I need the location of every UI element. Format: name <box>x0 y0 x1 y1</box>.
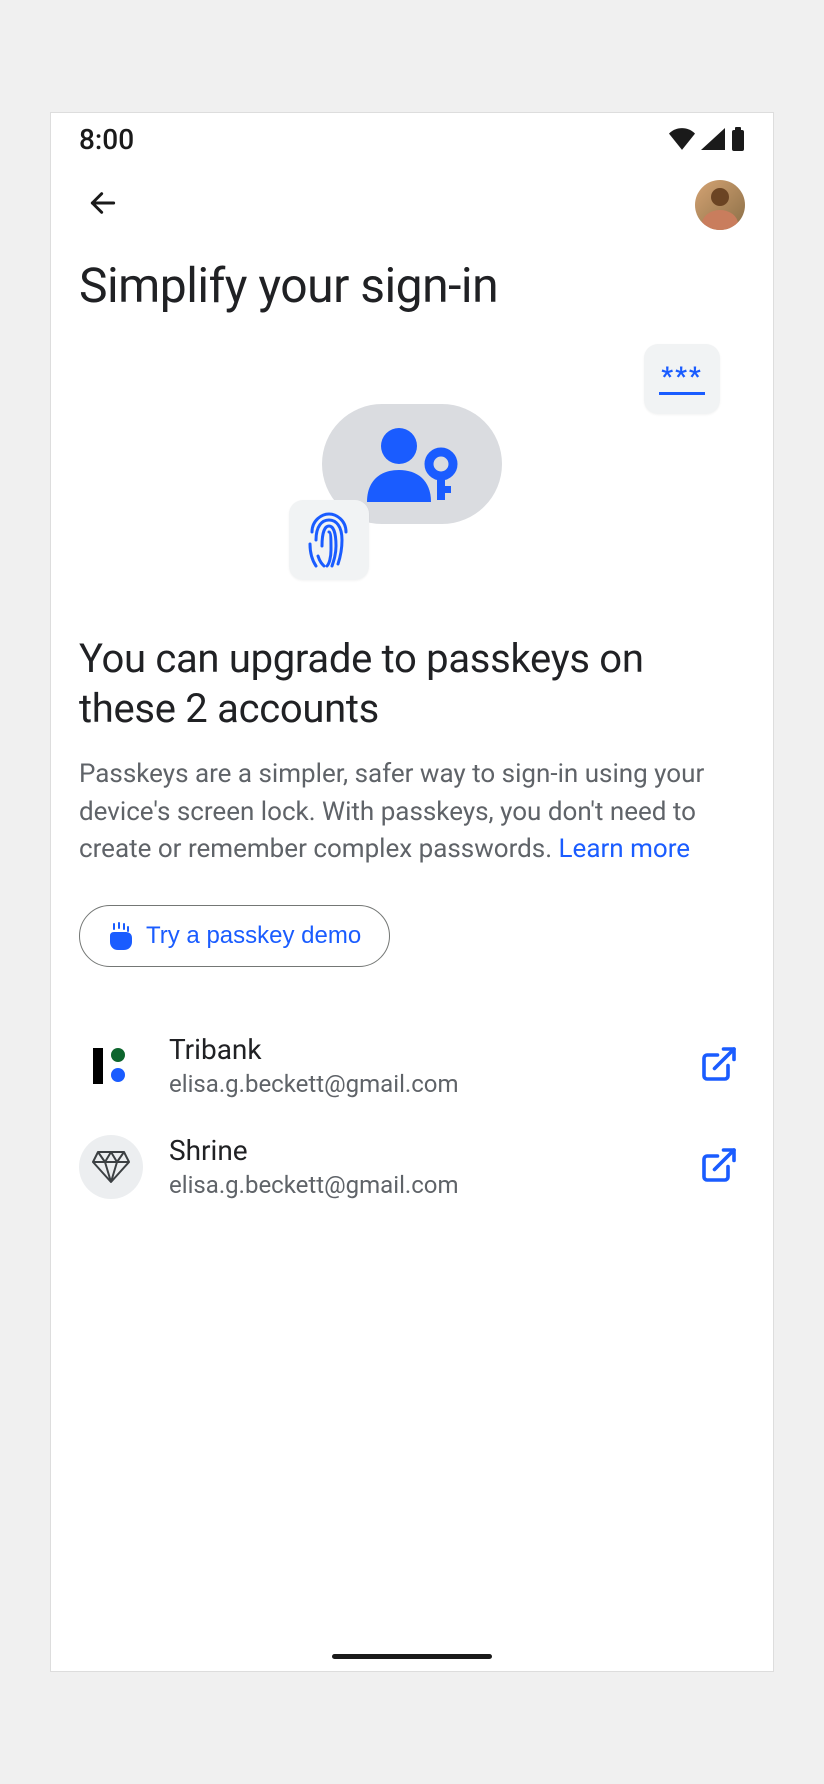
account-text: Shrine elisa.g.beckett@gmail.com <box>169 1134 667 1199</box>
device-frame: 8:00 Simplify your sign-in <box>50 112 774 1672</box>
demo-button-label: Try a passkey demo <box>146 922 361 950</box>
fingerprint-icon <box>304 512 354 568</box>
try-passkey-demo-button[interactable]: Try a passkey demo <box>79 905 390 967</box>
section-body: Passkeys are a simpler, safer way to sig… <box>79 756 745 869</box>
cellular-icon <box>701 128 725 150</box>
hero-illustration: *** <box>79 334 745 594</box>
status-bar: 8:00 <box>51 113 773 165</box>
back-button[interactable] <box>79 179 127 231</box>
asterisks-icon: *** <box>661 364 702 390</box>
open-in-new-icon <box>701 1046 737 1082</box>
status-time: 8:00 <box>79 123 134 156</box>
open-in-new-icon <box>701 1147 737 1183</box>
status-icons <box>669 127 745 151</box>
main-content: Simplify your sign-in *** <box>51 257 773 1217</box>
hand-tap-icon <box>108 922 134 950</box>
account-email: elisa.g.beckett@gmail.com <box>169 1171 667 1199</box>
account-row-tribank[interactable]: Tribank elisa.g.beckett@gmail.com <box>79 1015 745 1116</box>
arrow-left-icon <box>87 187 119 219</box>
tribank-app-icon <box>79 1034 143 1098</box>
navigation-handle[interactable] <box>332 1654 492 1659</box>
account-email: elisa.g.beckett@gmail.com <box>169 1070 667 1098</box>
hero-fingerprint-card <box>289 500 369 580</box>
account-row-shrine[interactable]: Shrine elisa.g.beckett@gmail.com <box>79 1116 745 1217</box>
section-heading: You can upgrade to passkeys on these 2 a… <box>79 634 745 734</box>
app-bar <box>51 165 773 245</box>
person-key-icon <box>357 424 467 504</box>
diamond-icon <box>92 1150 130 1184</box>
page-title: Simplify your sign-in <box>79 257 745 314</box>
wifi-icon <box>669 128 695 150</box>
profile-avatar[interactable] <box>695 180 745 230</box>
account-text: Tribank elisa.g.beckett@gmail.com <box>169 1033 667 1098</box>
learn-more-link[interactable]: Learn more <box>559 834 691 864</box>
account-name: Tribank <box>169 1033 667 1066</box>
hero-password-card: *** <box>644 344 720 414</box>
account-name: Shrine <box>169 1134 667 1167</box>
battery-icon <box>731 127 745 151</box>
open-external-button[interactable] <box>693 1038 745 1094</box>
open-external-button[interactable] <box>693 1139 745 1195</box>
account-list: Tribank elisa.g.beckett@gmail.com <box>79 1015 745 1217</box>
shrine-app-icon <box>79 1135 143 1199</box>
